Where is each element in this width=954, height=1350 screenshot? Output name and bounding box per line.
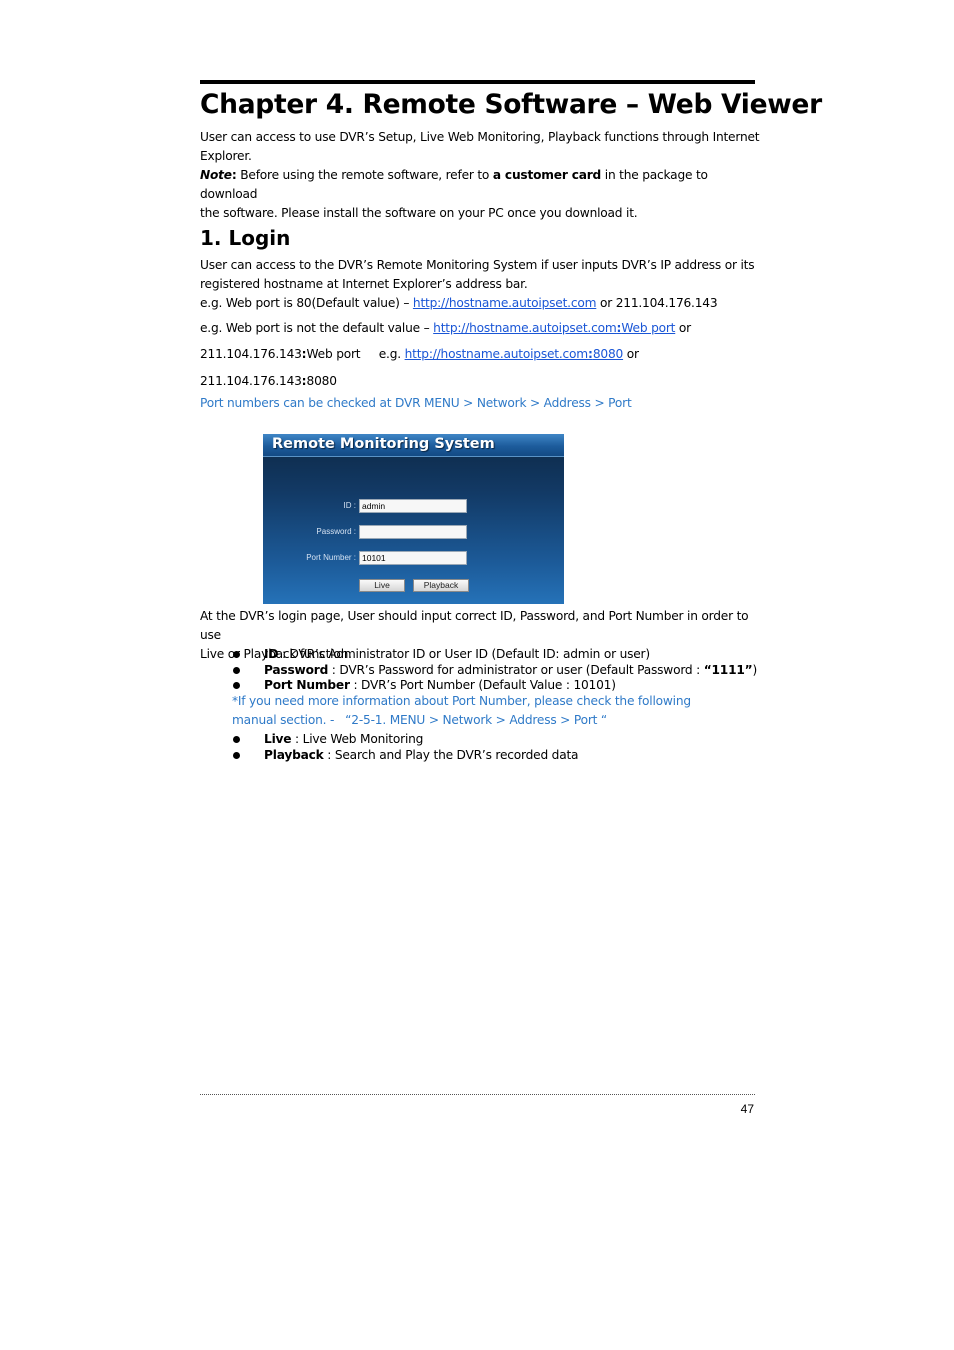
bullet-icon [233,666,240,674]
function-bullet-list: Live : Live Web Monitoring Playback : Se… [232,732,579,764]
playback-button[interactable]: Playback [413,579,469,592]
password-row: Password : [263,525,564,540]
port-number-label: Port Number : [306,553,356,562]
footer-divider [200,1094,755,1095]
list-item: Live : Live Web Monitoring [232,732,578,748]
hostname-link[interactable]: http://hostname.autoipset.com [413,296,597,310]
intro-note: Note: Before using the remote software, … [200,168,708,201]
login-window-title: Remote Monitoring System [263,434,564,457]
chapter-title: Chapter 4. Remote Software – Web Viewer [200,89,822,120]
id-row: ID : admin [263,499,564,514]
id-label: ID : [343,501,356,510]
chapter-top-rule [200,80,755,84]
example-ip-8080: 211.104.176.143:8080 [200,374,337,388]
customer-card-emphasis: a customer card [492,168,602,182]
list-item: ID : DVR’s Administrator ID or User ID (… [232,647,757,663]
intro-line-1: User can access to use DVR’s Setup, Live… [200,130,760,144]
bullet-icon [233,651,240,658]
port-number-note: *If you need more information about Port… [232,694,691,727]
list-item: Password : DVR’s Password for administra… [232,663,757,679]
remote-monitoring-login-window: Remote Monitoring System ID : admin Pass… [263,434,564,604]
note-label: Note [200,168,232,182]
port-row: Port Number : 10101 [263,551,564,566]
intro-note-line-2: the software. Please install the softwar… [200,206,638,220]
password-input[interactable] [359,525,467,539]
hostname-8080-link[interactable]: http://hostname.autoipset.com:8080 [405,347,624,361]
intro-line-2: Explorer. [200,149,252,163]
list-item: Playback : Search and Play the DVR’s rec… [232,748,579,764]
hostname-webport-link[interactable]: http://hostname.autoipset.com:Web port [433,321,675,335]
id-input[interactable]: admin [359,499,467,513]
example-ip-webport: 211.104.176.143:Web port e.g. http://hos… [200,347,639,361]
example-default-port: e.g. Web port is 80(Default value) – htt… [200,296,718,310]
page-number: 47 [740,1102,754,1116]
bullet-icon [233,751,240,759]
password-label: Password : [316,527,356,536]
live-button[interactable]: Live [359,579,405,592]
login-paragraph: User can access to the DVR’s Remote Moni… [200,256,760,313]
section-title: 1. Login [200,226,291,250]
example-custom-port: e.g. Web port is not the default value –… [200,321,691,335]
port-number-input[interactable]: 10101 [359,551,467,565]
intro-paragraph: User can access to use DVR’s Setup, Live… [200,128,760,223]
bullet-icon [233,682,240,689]
bullet-icon [233,736,240,743]
port-hint: Port numbers can be checked at DVR MENU … [200,396,632,410]
field-bullet-list: ID : DVR’s Administrator ID or User ID (… [232,647,757,694]
